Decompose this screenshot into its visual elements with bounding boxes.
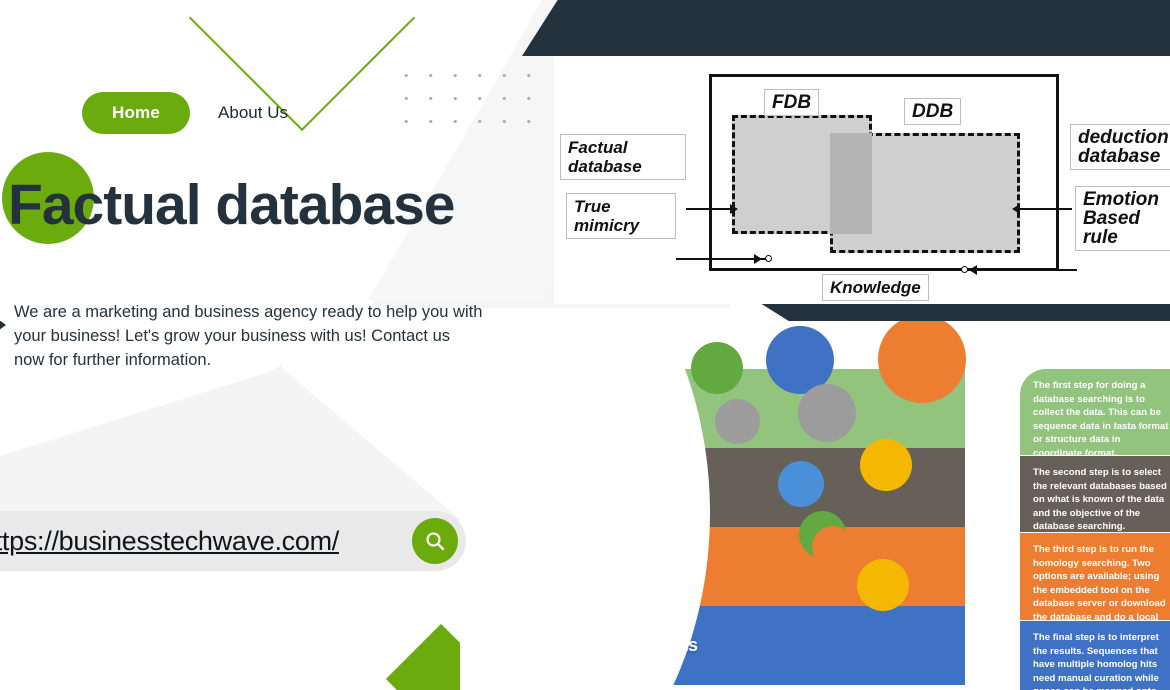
diagram-label-fdb: FDB bbox=[764, 89, 820, 116]
diagram-label-knowledge: Knowledge bbox=[822, 274, 929, 301]
arrowhead-emotion bbox=[969, 265, 977, 275]
funnel-stage-description: The final step is to interpret the resul… bbox=[1020, 621, 1170, 690]
funnel-bubble bbox=[860, 439, 912, 491]
funnel-stage-description: The third step is to run the homology se… bbox=[1020, 533, 1170, 636]
connector-factual-to-fdb bbox=[686, 208, 734, 210]
connector-deduction bbox=[1020, 208, 1072, 210]
play-arrow-icon bbox=[0, 314, 6, 336]
connector-true-mimicry bbox=[676, 258, 766, 260]
url-input[interactable] bbox=[0, 525, 412, 557]
diagram-label-ddb: DDB bbox=[904, 98, 962, 125]
funnel-bubble bbox=[715, 399, 760, 444]
navy-divider-band bbox=[760, 303, 1170, 321]
funnel-bubble bbox=[812, 526, 854, 568]
nav-item-about-us[interactable]: About Us bbox=[216, 99, 290, 127]
diagram-label-factual-database: Factual database bbox=[560, 134, 686, 180]
diagram-label-deduction-database: deduction database bbox=[1070, 124, 1170, 170]
arrowhead-true-mimicry bbox=[754, 254, 762, 264]
search-icon bbox=[426, 532, 445, 551]
white-wedge-decoration bbox=[330, 600, 450, 690]
funnel-stage-description: The first step for doing a database sear… bbox=[1020, 369, 1170, 459]
url-search-bar[interactable] bbox=[0, 511, 466, 571]
connector-emotion-rule bbox=[975, 269, 1077, 271]
homology-search-funnel-graphic: Data collectionDatabase selectionHomolog… bbox=[460, 321, 1170, 690]
diagram-label-emotion-based-rule: Emotion Based rule bbox=[1075, 186, 1170, 251]
diagram-label-true-mimicry: True mimicry bbox=[566, 193, 676, 239]
search-button[interactable] bbox=[412, 518, 458, 564]
bg-triangle-left bbox=[0, 365, 300, 535]
bg-triangle-left-inner bbox=[0, 368, 470, 528]
factual-database-diagram: FDB DDB Factual database True mimicry de… bbox=[554, 56, 1170, 304]
page-title: Factual database bbox=[8, 173, 456, 237]
arrowhead-deduction bbox=[1012, 204, 1020, 214]
diagram-overlap-region bbox=[830, 133, 872, 234]
funnel-bubble bbox=[798, 384, 856, 442]
dot-grid-decoration bbox=[392, 62, 540, 124]
diagram-node-ddb bbox=[961, 266, 968, 273]
funnel-bubble bbox=[857, 559, 909, 611]
funnel-bubble bbox=[823, 639, 865, 681]
nav-item-home[interactable]: Home bbox=[82, 92, 191, 134]
funnel-bubble bbox=[691, 342, 743, 394]
hero-paragraph: We are a marketing and business agency r… bbox=[14, 303, 483, 369]
arrowhead-factual bbox=[730, 204, 738, 214]
navy-banner-top bbox=[522, 0, 1170, 56]
main-nav: Home About Us bbox=[82, 92, 290, 134]
funnel-bubble bbox=[778, 461, 824, 507]
funnel-stage-description: The second step is to select the relevan… bbox=[1020, 456, 1170, 532]
page-root: Home About Us Factual database We are a … bbox=[0, 0, 1170, 690]
diagram-node-fdb bbox=[765, 255, 772, 262]
